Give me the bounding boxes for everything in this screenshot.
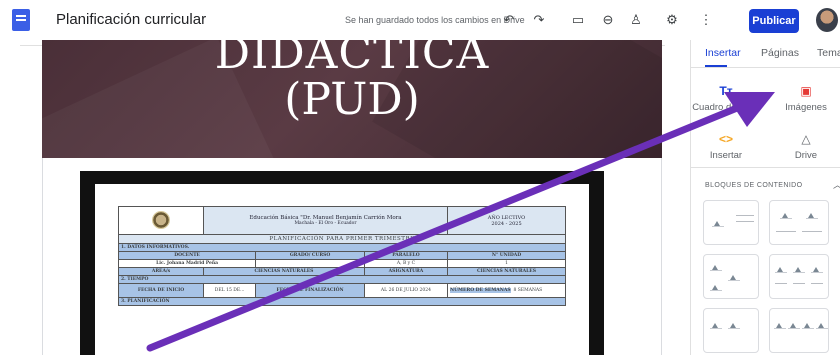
content-block-option[interactable] — [769, 308, 829, 353]
tool-label: Cuadro de texto — [692, 102, 760, 113]
more-vert-icon[interactable]: ⋮ — [697, 11, 715, 29]
save-status: Se han guardado todos los cambios en Dri… — [345, 15, 525, 25]
image-icon — [788, 321, 800, 329]
fecha-inicio-value: DEL 15 DE... — [202, 283, 257, 298]
semanas-value: 8 SEMANAS — [513, 288, 543, 293]
section-tiempo: 2. TIEMPO — [118, 275, 566, 284]
text-line — [736, 221, 754, 222]
image-icon — [816, 321, 828, 329]
school-emblem — [152, 210, 170, 229]
image-icon — [780, 211, 792, 219]
docente-name: Lic. Johana Madrid Peña — [117, 259, 257, 268]
area-value: CIENCIAS NATURALES — [203, 267, 365, 276]
image-icon — [802, 321, 814, 329]
image-icon — [710, 283, 722, 291]
settings-icon[interactable]: ⚙ — [663, 11, 681, 29]
image-icon — [774, 321, 786, 329]
header-banner[interactable]: DIDÁCTICA (PUD) — [42, 40, 662, 158]
image-icon — [710, 263, 722, 271]
grado-value — [255, 259, 365, 268]
text-line — [776, 231, 796, 232]
image-icon — [710, 321, 722, 329]
tool-label: Drive — [794, 150, 818, 161]
undo-icon[interactable]: ↶ — [500, 11, 518, 29]
school-header: Educación Básica "Dr. Manuel Benjamín Ca… — [203, 206, 448, 235]
semanas-cell: NÚMERO DE SEMANAS 8 SEMANAS — [447, 283, 566, 298]
school-year-cell: AÑO LECTIVO 2024 - 2025 — [447, 206, 566, 235]
planning-table: Educación Básica "Dr. Manuel Benjamín Ca… — [117, 206, 566, 306]
plan-title: PLANIFICACIÓN PARA PRIMER TRIMESTRE — [118, 234, 566, 244]
section-divider — [691, 167, 840, 168]
content-block-option[interactable] — [769, 254, 829, 299]
text-line — [793, 283, 805, 284]
content-block-option[interactable] — [703, 200, 759, 245]
col-paralelo: PARALELO — [363, 251, 449, 260]
col-grado: GRADO/ CURSO — [255, 251, 365, 260]
image-icon — [806, 211, 818, 219]
banner-title-line2: (PUD) — [284, 74, 420, 125]
year-value: 2024 - 2025 — [491, 220, 522, 227]
tab-insertar[interactable]: Insertar — [705, 47, 741, 59]
text-line — [736, 215, 754, 216]
content-block-option[interactable] — [769, 200, 829, 245]
fecha-inicio-label: FECHA DE INICIO — [118, 283, 204, 298]
school-emblem-cell — [118, 206, 204, 235]
add-person-icon[interactable]: ♙ — [627, 11, 645, 29]
tool-label: Imágenes — [785, 102, 827, 113]
image-icon — [728, 321, 740, 329]
col-unidad: N° UNIDAD — [447, 251, 566, 260]
publish-button[interactable]: Publicar — [749, 9, 799, 33]
content-block-option[interactable] — [703, 308, 759, 353]
tab-temas[interactable]: Temas — [817, 47, 840, 59]
chevron-up-icon[interactable]: ︿ — [833, 178, 840, 191]
image-icon — [793, 265, 805, 273]
embed-icon: <> — [718, 132, 733, 146]
asignatura-value: CIENCIAS NATURALES — [447, 267, 566, 276]
image-icon — [712, 219, 724, 227]
text-line — [811, 283, 823, 284]
fecha-fin-value: AL 26 DE JULIO 2024 — [363, 283, 449, 298]
image-icon — [775, 265, 787, 273]
embed-tool[interactable]: <> Insertar — [691, 132, 761, 161]
sites-logo-icon[interactable] — [12, 9, 30, 31]
col-docente: DOCENTE — [117, 251, 257, 260]
redo-icon[interactable]: ↷ — [530, 11, 548, 29]
top-bar: Planificación curricular Se han guardado… — [0, 0, 840, 40]
tab-divider — [691, 67, 840, 68]
school-location: Machala - El Oro - Ecuador — [294, 221, 357, 226]
drive-tool[interactable]: △ Drive — [771, 132, 840, 161]
image-icon: ▣ — [800, 84, 812, 98]
asignatura-label: ASIGNATURA — [363, 267, 449, 276]
image-icon — [811, 265, 823, 273]
text-line — [802, 231, 822, 232]
unidad-value: 1 — [447, 259, 566, 268]
side-panel: Insertar Páginas Temas Tт Cuadro de text… — [690, 40, 840, 355]
tool-label: Insertar — [709, 150, 743, 161]
section-datos: 1. DATOS INFORMATIVOS. — [118, 243, 566, 252]
text-box-tool[interactable]: Tт Cuadro de texto — [691, 84, 761, 113]
text-line — [775, 283, 787, 284]
section-planificacion: 3. PLANIFICACIÓN — [118, 297, 566, 306]
image-icon — [728, 273, 740, 281]
area-label: AREA/s — [118, 267, 204, 276]
content-blocks-heading: BLOQUES DE CONTENIDO — [705, 182, 803, 189]
text-box-icon: Tт — [719, 84, 733, 98]
link-icon[interactable]: ⊖ — [599, 11, 617, 29]
tab-paginas[interactable]: Páginas — [761, 47, 799, 59]
drive-icon: △ — [801, 132, 811, 146]
avatar[interactable] — [816, 8, 838, 32]
semanas-label: NÚMERO DE SEMANAS — [450, 288, 511, 293]
images-tool[interactable]: ▣ Imágenes — [771, 84, 840, 113]
paralelo-value: A, B y C — [363, 259, 449, 268]
site-title[interactable]: Planificación curricular — [56, 11, 206, 28]
fecha-fin-label: FECHA DE FINALIZACIÓN — [255, 283, 365, 298]
preview-icon[interactable]: ▭ — [569, 11, 587, 29]
content-block-option[interactable] — [703, 254, 759, 299]
